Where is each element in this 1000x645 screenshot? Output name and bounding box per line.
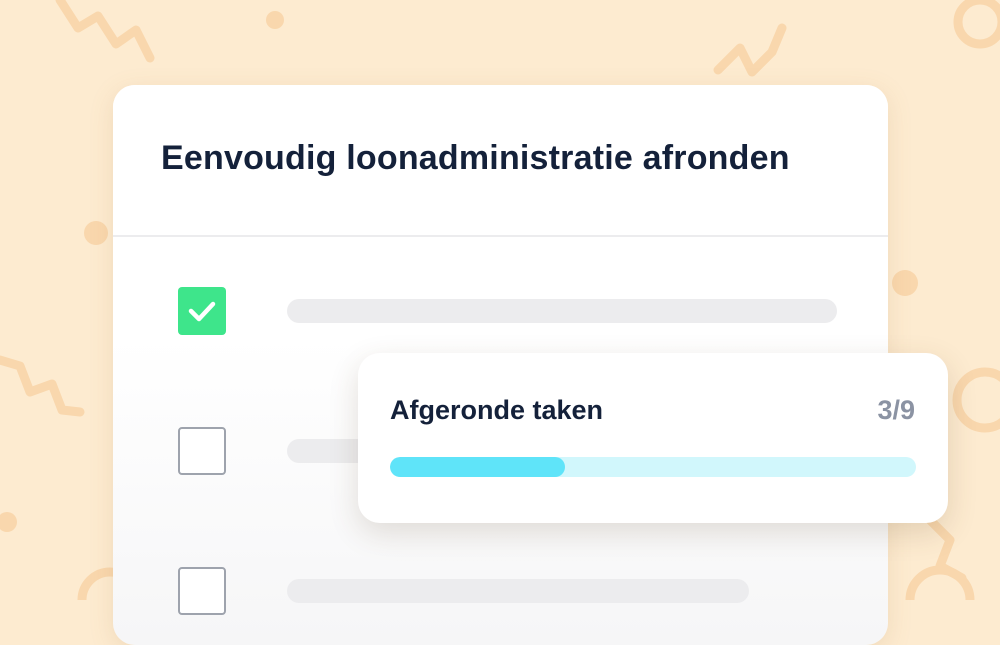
progress-track	[390, 457, 916, 477]
task-checkbox-checked[interactable]	[178, 287, 226, 335]
task-checkbox-unchecked[interactable]	[178, 427, 226, 475]
check-icon	[188, 301, 216, 322]
card-title: Eenvoudig loonadministratie afronden	[161, 138, 790, 177]
task-row-3[interactable]	[178, 567, 749, 615]
progress-count: 3/9	[877, 395, 915, 425]
progress-card: Afgeronde taken 3/9	[358, 353, 948, 523]
card-header: Eenvoudig loonadministratie afronden	[113, 85, 888, 237]
task-checkbox-unchecked[interactable]	[178, 567, 226, 615]
task-row-1[interactable]	[178, 287, 837, 335]
task-text-placeholder	[287, 579, 749, 603]
progress-fill	[390, 457, 566, 477]
progress-label: Afgeronde taken	[390, 395, 604, 425]
task-text-placeholder	[287, 299, 837, 323]
